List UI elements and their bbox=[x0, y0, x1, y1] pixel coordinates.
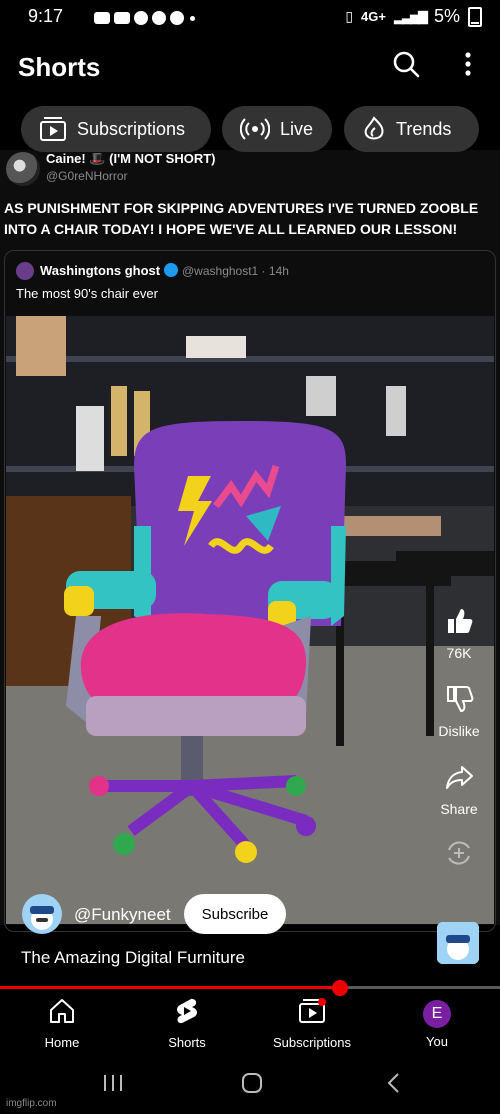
back-chevron-icon bbox=[387, 1073, 399, 1093]
chip-trends[interactable]: Trends bbox=[344, 106, 479, 152]
more-vert-icon[interactable] bbox=[458, 50, 478, 78]
chip-label: Trends bbox=[396, 118, 452, 139]
like-button[interactable]: 76K bbox=[430, 606, 488, 661]
watermark: imgflip.com bbox=[6, 1098, 57, 1109]
chip-live[interactable]: Live bbox=[222, 106, 332, 152]
status-bar: 9:17 ▯ 4G+ ▂▃▅▇ 5% bbox=[0, 0, 500, 34]
nav-label: Shorts bbox=[168, 1035, 206, 1050]
progress-fill bbox=[0, 986, 340, 989]
network-label: 4G+ bbox=[361, 9, 386, 24]
sound-thumbnail[interactable] bbox=[437, 922, 479, 964]
verified-badge-icon bbox=[164, 263, 178, 277]
subscriptions-icon bbox=[40, 117, 66, 141]
battery-icon bbox=[468, 6, 482, 27]
channel-avatar[interactable] bbox=[22, 894, 62, 934]
quoted-tweet-text: The most 90's chair ever bbox=[16, 286, 158, 301]
nav-label: Subscriptions bbox=[272, 1035, 352, 1050]
channel-name[interactable]: @Funkyneet bbox=[74, 905, 171, 925]
chip-label: Live bbox=[280, 118, 314, 139]
nav-label: Home bbox=[44, 1035, 80, 1050]
share-button[interactable]: Share bbox=[430, 762, 488, 817]
quoted-author-handle: @washghost1 · 14h bbox=[182, 264, 289, 278]
remix-icon bbox=[448, 841, 470, 865]
status-right: ▯ 4G+ ▂▃▅▇ 5% bbox=[345, 6, 482, 27]
share-icon bbox=[446, 766, 473, 789]
trends-icon bbox=[364, 116, 384, 140]
home-icon bbox=[50, 999, 74, 1023]
nav-you[interactable]: E You bbox=[387, 996, 487, 1049]
video-title[interactable]: The Amazing Digital Furniture bbox=[21, 948, 245, 968]
battery-percent: 5% bbox=[433, 6, 460, 26]
news-icon bbox=[152, 11, 166, 25]
tweet-author-name: Caine! 🎩 (I'M NOT SHORT) bbox=[46, 151, 216, 166]
nav-home[interactable]: Home bbox=[12, 996, 112, 1050]
nav-shorts[interactable]: Shorts bbox=[137, 996, 237, 1050]
notification-icons bbox=[90, 11, 195, 25]
progress-scrubber[interactable] bbox=[332, 980, 348, 996]
shorts-icon bbox=[177, 998, 197, 1024]
back-button[interactable] bbox=[381, 1070, 407, 1101]
photo-icon bbox=[94, 12, 110, 24]
tweet-author-handle: @G0reNHorror bbox=[46, 169, 128, 183]
news-icon bbox=[134, 11, 148, 25]
dislike-button[interactable]: Dislike bbox=[430, 684, 488, 739]
tweet-avatar bbox=[6, 152, 40, 186]
chip-label: Subscriptions bbox=[77, 118, 186, 139]
thumbs-up-icon bbox=[448, 609, 473, 633]
search-icon[interactable] bbox=[392, 50, 420, 78]
youtube-icon bbox=[114, 12, 130, 24]
like-count: 76K bbox=[446, 645, 472, 661]
more-notifications-icon bbox=[190, 15, 195, 21]
vibrate-icon: ▯ bbox=[345, 8, 354, 24]
dislike-label: Dislike bbox=[438, 723, 480, 739]
nav-subscriptions[interactable]: Subscriptions bbox=[262, 996, 362, 1050]
status-time: 9:17 bbox=[28, 6, 64, 26]
home-system-button[interactable] bbox=[239, 1070, 265, 1101]
quoted-avatar bbox=[16, 262, 34, 280]
home-circle-icon bbox=[242, 1073, 262, 1093]
chip-subscriptions[interactable]: Subscriptions bbox=[21, 106, 211, 152]
share-label: Share bbox=[440, 801, 478, 817]
live-icon bbox=[240, 118, 270, 140]
remix-button[interactable] bbox=[430, 838, 488, 877]
chair-photo bbox=[6, 316, 494, 924]
subscribe-button[interactable]: Subscribe bbox=[184, 894, 286, 934]
subscriptions-icon bbox=[299, 998, 326, 1023]
page-title: Shorts bbox=[18, 52, 101, 82]
nav-label: You bbox=[426, 1034, 448, 1049]
thumbs-down-icon bbox=[447, 686, 474, 713]
tweet-text: AS PUNISHMENT FOR SKIPPING ADVENTURES I'… bbox=[4, 200, 479, 237]
quoted-author-name: Washingtons ghost bbox=[40, 263, 161, 278]
police-cap-icon bbox=[30, 906, 54, 930]
news-icon bbox=[170, 11, 184, 25]
recents-icon bbox=[104, 1075, 122, 1091]
recents-button[interactable] bbox=[100, 1070, 126, 1101]
police-cap-icon bbox=[437, 922, 479, 964]
user-avatar: E bbox=[423, 1000, 451, 1028]
signal-icon: ▂▃▅▇ bbox=[393, 8, 428, 24]
